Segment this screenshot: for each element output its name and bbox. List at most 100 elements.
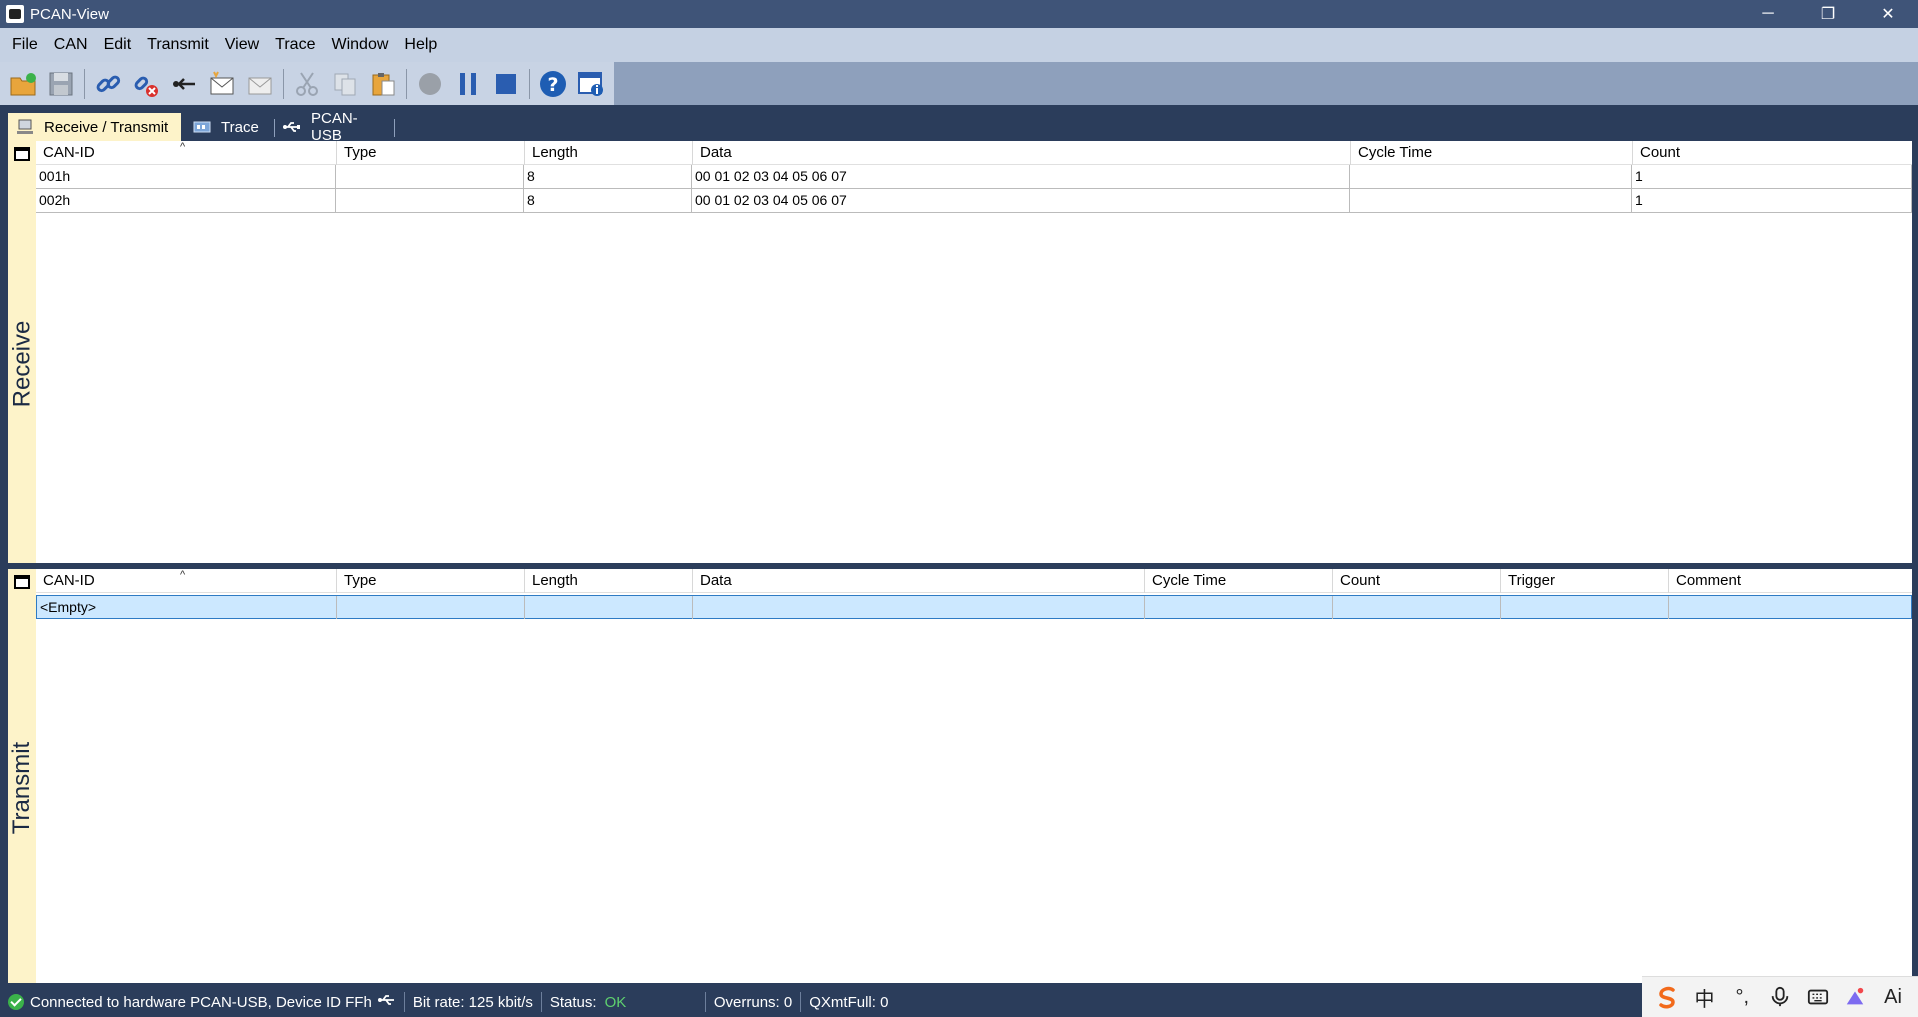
transmit-col-type[interactable]: Type [336, 569, 524, 593]
cell-length: 8 [524, 189, 692, 212]
keyboard-icon[interactable] [1803, 982, 1833, 1012]
menu-bar: File CAN Edit Transmit View Trace Window… [0, 28, 1918, 62]
menu-window[interactable]: Window [323, 28, 396, 62]
menu-trace[interactable]: Trace [267, 28, 323, 62]
column-chooser-icon[interactable] [14, 575, 30, 589]
receive-col-length[interactable]: Length [524, 141, 692, 165]
status-bar: Connected to hardware PCAN-USB, Device I… [0, 987, 1918, 1017]
receive-header: CAN-ID ^ Type Length Data Cycle Time Cou… [36, 141, 1912, 165]
toolbar: ? [0, 62, 1918, 105]
table-row[interactable]: <Empty> [36, 595, 1912, 619]
tab-receive-transmit[interactable]: Receive / Transmit [8, 113, 181, 141]
receive-col-type[interactable]: Type [336, 141, 524, 165]
trace-icon [193, 119, 211, 135]
cell-count [1333, 596, 1501, 619]
menu-can[interactable]: CAN [46, 28, 96, 62]
cell-can-id: 002h [36, 189, 336, 212]
paste-icon[interactable] [366, 67, 400, 101]
cell-can-id: 001h [36, 165, 336, 188]
transmit-col-can-id[interactable]: CAN-ID ^ [36, 569, 336, 593]
transmit-header: CAN-ID ^ Type Length Data Cycle Time Cou… [36, 569, 1912, 593]
bit-rate: Bit rate: 125 kbit/s [405, 992, 542, 1012]
disconnect-icon[interactable] [129, 67, 163, 101]
transmit-side-panel: Transmit [8, 569, 36, 983]
reset-icon[interactable] [167, 67, 201, 101]
receive-transmit-icon [16, 119, 34, 135]
receive-col-data[interactable]: Data [692, 141, 1350, 165]
close-button[interactable]: ✕ [1858, 0, 1918, 28]
save-icon[interactable] [44, 67, 78, 101]
cell-length: 8 [524, 165, 692, 188]
cell-count: 1 [1632, 189, 1912, 212]
transmit-col-trigger[interactable]: Trigger [1500, 569, 1668, 593]
tab-trace[interactable]: Trace [185, 113, 275, 141]
transmit-col-count[interactable]: Count [1332, 569, 1500, 593]
ai-button[interactable]: Ai [1878, 982, 1908, 1012]
new-message-icon[interactable] [205, 67, 239, 101]
title-bar: PCAN-View ─ ❐ ✕ [0, 0, 1918, 28]
menu-edit[interactable]: Edit [96, 28, 140, 62]
table-row[interactable]: 001h 8 00 01 02 03 04 05 06 07 1 [36, 165, 1912, 189]
receive-col-count[interactable]: Count [1632, 141, 1912, 165]
stop-icon[interactable] [489, 67, 523, 101]
tab-pcan-usb[interactable]: PCAN-USB [275, 110, 395, 144]
cell-cycle-time [1350, 165, 1632, 188]
menu-file[interactable]: File [4, 28, 46, 62]
ime-toolbar: 中 °, Ai [1642, 976, 1918, 1017]
cell-type [336, 165, 524, 188]
window-controls: ─ ❐ ✕ [1738, 0, 1918, 28]
copy-icon[interactable] [328, 67, 362, 101]
window-title: PCAN-View [30, 5, 109, 23]
sort-ascending-icon: ^ [180, 141, 186, 153]
toolbar-separator [84, 68, 85, 99]
record-icon[interactable] [413, 67, 447, 101]
cut-icon[interactable] [290, 67, 324, 101]
transmit-col-cycle-time[interactable]: Cycle Time [1144, 569, 1332, 593]
receive-col-cycle-time[interactable]: Cycle Time [1350, 141, 1632, 165]
microphone-icon[interactable] [1765, 982, 1795, 1012]
cell-cycle-time [1145, 596, 1333, 619]
language-toggle[interactable]: 中 [1690, 982, 1720, 1012]
receive-grid: CAN-ID ^ Type Length Data Cycle Time Cou… [36, 141, 1912, 563]
info-icon[interactable] [574, 67, 608, 101]
skin-icon[interactable] [1840, 982, 1870, 1012]
menu-help[interactable]: Help [396, 28, 445, 62]
toolbar-separator [283, 68, 284, 99]
transmit-col-data[interactable]: Data [692, 569, 1144, 593]
toolbar-separator [406, 68, 407, 99]
menu-transmit[interactable]: Transmit [139, 28, 217, 62]
punctuation-icon[interactable]: °, [1727, 982, 1757, 1012]
tab-label: Trace [221, 118, 259, 136]
table-row[interactable]: 002h 8 00 01 02 03 04 05 06 07 1 [36, 189, 1912, 213]
cell-can-id: <Empty> [37, 596, 337, 619]
receive-label: Receive [8, 320, 35, 408]
usb-icon [377, 992, 396, 1012]
restore-button[interactable]: ❐ [1798, 0, 1858, 28]
sogou-icon[interactable] [1652, 982, 1682, 1012]
cell-type [336, 189, 524, 212]
help-icon[interactable]: ? [536, 67, 570, 101]
receive-col-can-id[interactable]: CAN-ID ^ [36, 141, 336, 165]
cell-type [337, 596, 525, 619]
transmit-col-length[interactable]: Length [524, 569, 692, 593]
pause-icon[interactable] [451, 67, 485, 101]
transmit-label: Transmit [8, 741, 36, 835]
tab-label: Receive / Transmit [44, 118, 169, 136]
menu-view[interactable]: View [217, 28, 267, 62]
tab-label: PCAN-USB [311, 110, 358, 144]
connect-icon[interactable] [91, 67, 125, 101]
sort-ascending-icon: ^ [180, 569, 186, 581]
open-icon[interactable] [6, 67, 40, 101]
cell-count: 1 [1632, 165, 1912, 188]
cell-data: 00 01 02 03 04 05 06 07 [692, 165, 1350, 188]
minimize-button[interactable]: ─ [1738, 0, 1798, 28]
transmit-col-comment[interactable]: Comment [1668, 569, 1912, 593]
cell-data [693, 596, 1145, 619]
overruns: Overruns: 0 [706, 992, 802, 1012]
svg-text:?: ? [547, 74, 558, 96]
app-icon [6, 5, 24, 23]
cell-data: 00 01 02 03 04 05 06 07 [692, 189, 1350, 212]
bus-status: Status: OK [542, 992, 706, 1012]
column-chooser-icon[interactable] [14, 147, 30, 161]
edit-message-icon[interactable] [243, 67, 277, 101]
